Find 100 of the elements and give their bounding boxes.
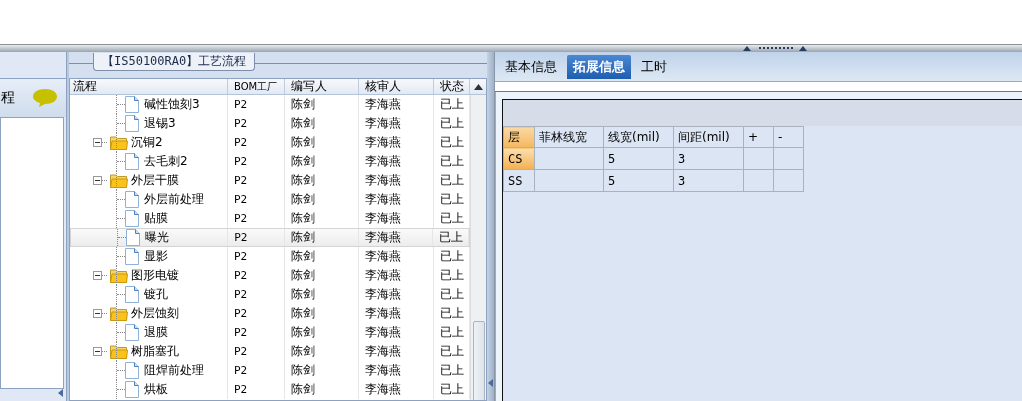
- table-cell: 李海燕: [359, 95, 434, 114]
- tree-label: 镀孔: [144, 286, 168, 303]
- table-cell: P2: [228, 229, 285, 246]
- tree-label: 沉铜2: [131, 134, 163, 151]
- table-cell: P2: [228, 247, 285, 266]
- collapse-icon[interactable]: [93, 347, 108, 356]
- tree-row[interactable]: 阻焊前处理 P2 陈剑 李海燕 已上: [70, 361, 470, 380]
- tab[interactable]: 工时: [635, 55, 673, 79]
- tab[interactable]: 拓展信息: [567, 55, 631, 79]
- tree-label: 曝光: [145, 229, 169, 246]
- table-cell: P2: [228, 323, 285, 342]
- column-header[interactable]: -: [773, 126, 804, 148]
- table-cell: 陈剑: [285, 285, 359, 304]
- table-cell: 陈剑: [285, 380, 359, 399]
- tree-row[interactable]: 镀孔 P2 陈剑 李海燕 已上: [70, 285, 470, 304]
- table-cell: 陈剑: [285, 152, 359, 171]
- column-header[interactable]: 编写人: [285, 79, 359, 94]
- table-cell: 李海燕: [359, 133, 434, 152]
- table-cell: 陈剑: [285, 95, 359, 114]
- tree-row[interactable]: 去毛刺2 P2 陈剑 李海燕 已上: [70, 152, 470, 171]
- tree-row[interactable]: 外层蚀刻 P2 陈剑 李海燕 已上: [70, 304, 470, 323]
- table-cell: P2: [228, 361, 285, 380]
- column-header[interactable]: 菲林线宽: [534, 126, 604, 148]
- table-cell: 李海燕: [359, 114, 434, 133]
- tree-label: 去毛刺2: [144, 153, 188, 170]
- column-header[interactable]: 层: [503, 126, 535, 148]
- scrollbar[interactable]: [470, 95, 486, 400]
- document-icon: [125, 210, 139, 227]
- table-cell: 陈剑: [285, 247, 359, 266]
- table-cell: 李海燕: [359, 190, 434, 209]
- scroll-up-icon[interactable]: [473, 83, 483, 90]
- column-header[interactable]: 线宽(mil): [603, 126, 674, 148]
- tree-row[interactable]: 外层干膜 P2 陈剑 李海燕 已上: [70, 171, 470, 190]
- document-icon: [125, 248, 139, 265]
- table-cell: 李海燕: [359, 304, 434, 323]
- tree-label: 阻焊前处理: [144, 362, 204, 379]
- table-cell: 李海燕: [359, 323, 434, 342]
- tree-row[interactable]: 烘板 P2 陈剑 李海燕 已上: [70, 380, 470, 399]
- tree-row[interactable]: 树脂塞孔 P2 陈剑 李海燕 已上: [70, 342, 470, 361]
- table-cell: 陈剑: [285, 304, 359, 323]
- table-cell: P2: [228, 304, 285, 323]
- column-header[interactable]: 状态: [434, 79, 470, 94]
- table-cell: P2: [228, 266, 285, 285]
- table-cell: 已上: [433, 229, 469, 246]
- tree-row[interactable]: 图形电镀 P2 陈剑 李海燕 已上: [70, 266, 470, 285]
- table-cell: P2: [228, 171, 285, 190]
- table-cell: 陈剑: [285, 323, 359, 342]
- column-header[interactable]: 核审人: [359, 79, 434, 94]
- tree-label: 图形电镀: [131, 267, 179, 284]
- tree-label: 显影: [144, 248, 168, 265]
- table-cell: P2: [228, 285, 285, 304]
- table-cell: P2: [228, 114, 285, 133]
- tree-row[interactable]: 碱性蚀刻3 P2 陈剑 李海燕 已上: [70, 95, 470, 114]
- table-cell: 陈剑: [285, 171, 359, 190]
- scroll-thumb[interactable]: [473, 321, 485, 400]
- tree-row[interactable]: 显影 P2 陈剑 李海燕 已上: [70, 247, 470, 266]
- document-icon: [125, 153, 139, 170]
- sidebar-title: 程: [1, 89, 15, 107]
- row-header[interactable]: CS: [503, 147, 535, 170]
- table-cell: 陈剑: [285, 114, 359, 133]
- table-cell: 李海燕: [359, 152, 434, 171]
- tree-label: 烘板: [144, 381, 168, 398]
- document-icon: [125, 96, 139, 113]
- tree-label: 外层前处理: [144, 191, 204, 208]
- tree-row[interactable]: 退膜 P2 陈剑 李海燕 已上: [70, 323, 470, 342]
- tree-label: 退膜: [144, 324, 168, 341]
- collapse-icon[interactable]: [93, 309, 108, 318]
- tree-label: 退锡3: [144, 115, 176, 132]
- column-header[interactable]: BOM工厂: [228, 79, 285, 94]
- collapse-icon[interactable]: [93, 176, 108, 185]
- row-header[interactable]: SS: [503, 169, 535, 192]
- column-header[interactable]: +: [743, 126, 774, 148]
- table-cell: 李海燕: [359, 342, 434, 361]
- document-icon: [125, 286, 139, 303]
- document-icon: [125, 324, 139, 341]
- table-cell: 李海燕: [359, 266, 434, 285]
- tree-label: 外层蚀刻: [131, 305, 179, 322]
- table-cell: 李海燕: [359, 380, 434, 399]
- splitter-grip-icon[interactable]: [743, 45, 807, 51]
- scroll-left-icon[interactable]: [58, 389, 63, 397]
- collapse-icon[interactable]: [93, 271, 108, 280]
- tree-label: 树脂塞孔: [131, 343, 179, 360]
- table-cell: P2: [228, 190, 285, 209]
- tree-row[interactable]: 退锡3 P2 陈剑 李海燕 已上: [70, 114, 470, 133]
- table-cell: 李海燕: [359, 361, 434, 380]
- table-cell: P2: [228, 342, 285, 361]
- tab[interactable]: 基本信息: [499, 55, 563, 79]
- column-header[interactable]: 流程: [70, 79, 228, 94]
- selected-row[interactable]: 曝光 P2 陈剑 李海燕 已上: [70, 228, 470, 247]
- table-cell: 陈剑: [285, 133, 359, 152]
- table-cell: 李海燕: [359, 247, 434, 266]
- document-icon: [125, 362, 139, 379]
- collapse-icon[interactable]: [93, 138, 108, 147]
- table-cell: 李海燕: [359, 171, 434, 190]
- document-icon: [126, 229, 140, 246]
- table-cell: P2: [228, 133, 285, 152]
- tree-row[interactable]: 沉铜2 P2 陈剑 李海燕 已上: [70, 133, 470, 152]
- column-header[interactable]: 间距(mil): [673, 126, 744, 148]
- document-icon: [125, 191, 139, 208]
- tree-row[interactable]: 外层前处理 P2 陈剑 李海燕 已上: [70, 190, 470, 209]
